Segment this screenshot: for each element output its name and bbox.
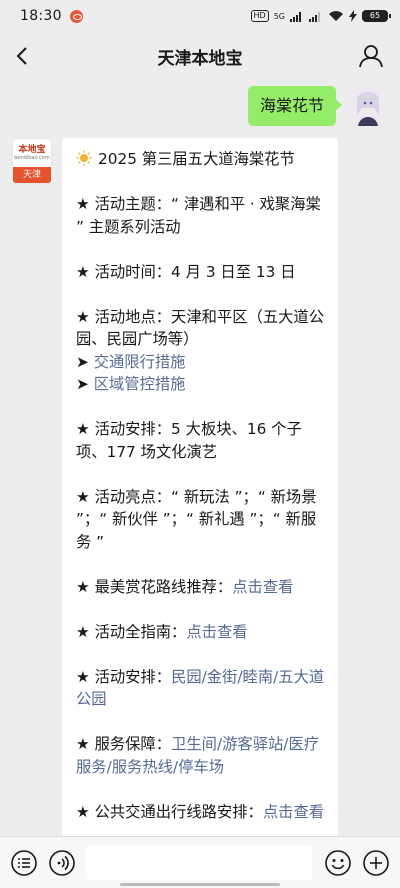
outgoing-message-text: 海棠花节: [259, 96, 324, 115]
status-time: 18:30: [20, 8, 62, 24]
chat-input-bar: [0, 836, 400, 888]
traffic-line: ➤ 交通限行措施: [76, 351, 326, 374]
route-prefix: ★ 最美赏花路线推荐：: [76, 577, 233, 596]
area-line: ➤ 区域管控措施: [76, 373, 326, 396]
battery-icon: 65: [362, 10, 391, 22]
time-line: ★ 活动时间：4 月 3 日至 13 日: [76, 262, 296, 281]
transit-link[interactable]: 点击查看: [263, 803, 324, 821]
arrangement-line: ★ 活动安排：5 大板块、16 个子项、177 场文化演艺: [76, 420, 302, 461]
signal-icon: [290, 11, 301, 22]
message-title-line: 2025 第三届五大道海棠花节: [76, 148, 326, 171]
area-control-link[interactable]: 区域管控措施: [94, 375, 186, 393]
outgoing-message-bubble[interactable]: 海棠花节: [247, 86, 343, 126]
hd-badge: HD: [250, 10, 269, 22]
logo-text: 本地宝: [18, 144, 46, 155]
venues-prefix: ★ 活动安排：: [76, 667, 172, 686]
traffic-restriction-link[interactable]: 交通限行措施: [94, 353, 186, 371]
message-title: 2025 第三届五大道海棠花节: [98, 150, 295, 168]
home-indicator[interactable]: [120, 883, 280, 886]
guide-prefix: ★ 活动全指南：: [76, 622, 187, 641]
weibo-notification-icon: [69, 9, 83, 23]
wifi-icon: [329, 11, 343, 21]
message-input[interactable]: [86, 845, 312, 880]
charging-icon: [349, 10, 357, 22]
transit-line: ★ 公共交通出行线路安排：点击查看: [76, 801, 326, 824]
route-line: ★ 最美赏花路线推荐：点击查看: [76, 576, 326, 599]
bendibao-logo: 本地宝 bendibao.com: [13, 139, 51, 167]
route-link[interactable]: 点击查看: [232, 578, 293, 596]
list-circle-icon[interactable]: [10, 849, 38, 877]
signal-label: 5G: [273, 11, 285, 21]
area-prefix: ➤: [76, 375, 94, 393]
chevron-left-icon[interactable]: [10, 42, 38, 70]
service-line: ★ 服务保障：卫生间/游客驿站/医疗服务/服务热线/停车场: [76, 733, 326, 778]
status-indicators: HD 5G 65: [250, 10, 391, 22]
incoming-message-bubble: 2025 第三届五大道海棠花节 ★ 活动主题：“ 津遇和平 · 戏聚海棠 ” 主…: [62, 138, 338, 838]
theme-line: ★ 活动主题：“ 津遇和平 · 戏聚海棠 ” 主题系列活动: [76, 195, 321, 236]
place-line: ★ 活动地点：天津和平区（五大道公园、民园广场等）: [76, 307, 325, 349]
signal-icon-2: [309, 11, 320, 22]
smiley-icon[interactable]: [324, 849, 352, 877]
chat-header: 天津本地宝: [0, 32, 400, 80]
logo-subtext: bendibao.com: [14, 154, 50, 161]
user-avatar[interactable]: [348, 86, 388, 126]
plus-circle-icon[interactable]: [362, 849, 390, 877]
voice-icon[interactable]: [48, 849, 76, 877]
traffic-prefix: ➤: [76, 352, 94, 371]
service-prefix: ★ 服务保障：: [76, 735, 172, 753]
bot-avatar[interactable]: 本地宝 bendibao.com 天津: [12, 138, 52, 184]
logo-city: 天津: [13, 167, 51, 183]
transit-prefix: ★ 公共交通出行线路安排：: [76, 802, 263, 821]
guide-link[interactable]: 点击查看: [186, 623, 247, 641]
sun-icon: [76, 150, 92, 166]
person-icon[interactable]: [358, 43, 384, 69]
venues-line: ★ 活动安排：民园/金街/睦南/五大道公园: [76, 666, 326, 711]
anime-avatar-icon: [348, 86, 388, 126]
page-title: 天津本地宝: [157, 48, 243, 69]
highlights-line: ★ 活动亮点：“ 新玩法 ”；“ 新场景 ”；“ 新伙伴 ”；“ 新礼遇 ”；“…: [76, 487, 317, 551]
guide-line: ★ 活动全指南：点击查看: [76, 621, 326, 644]
status-bar: 18:30 HD 5G 65: [0, 0, 400, 32]
